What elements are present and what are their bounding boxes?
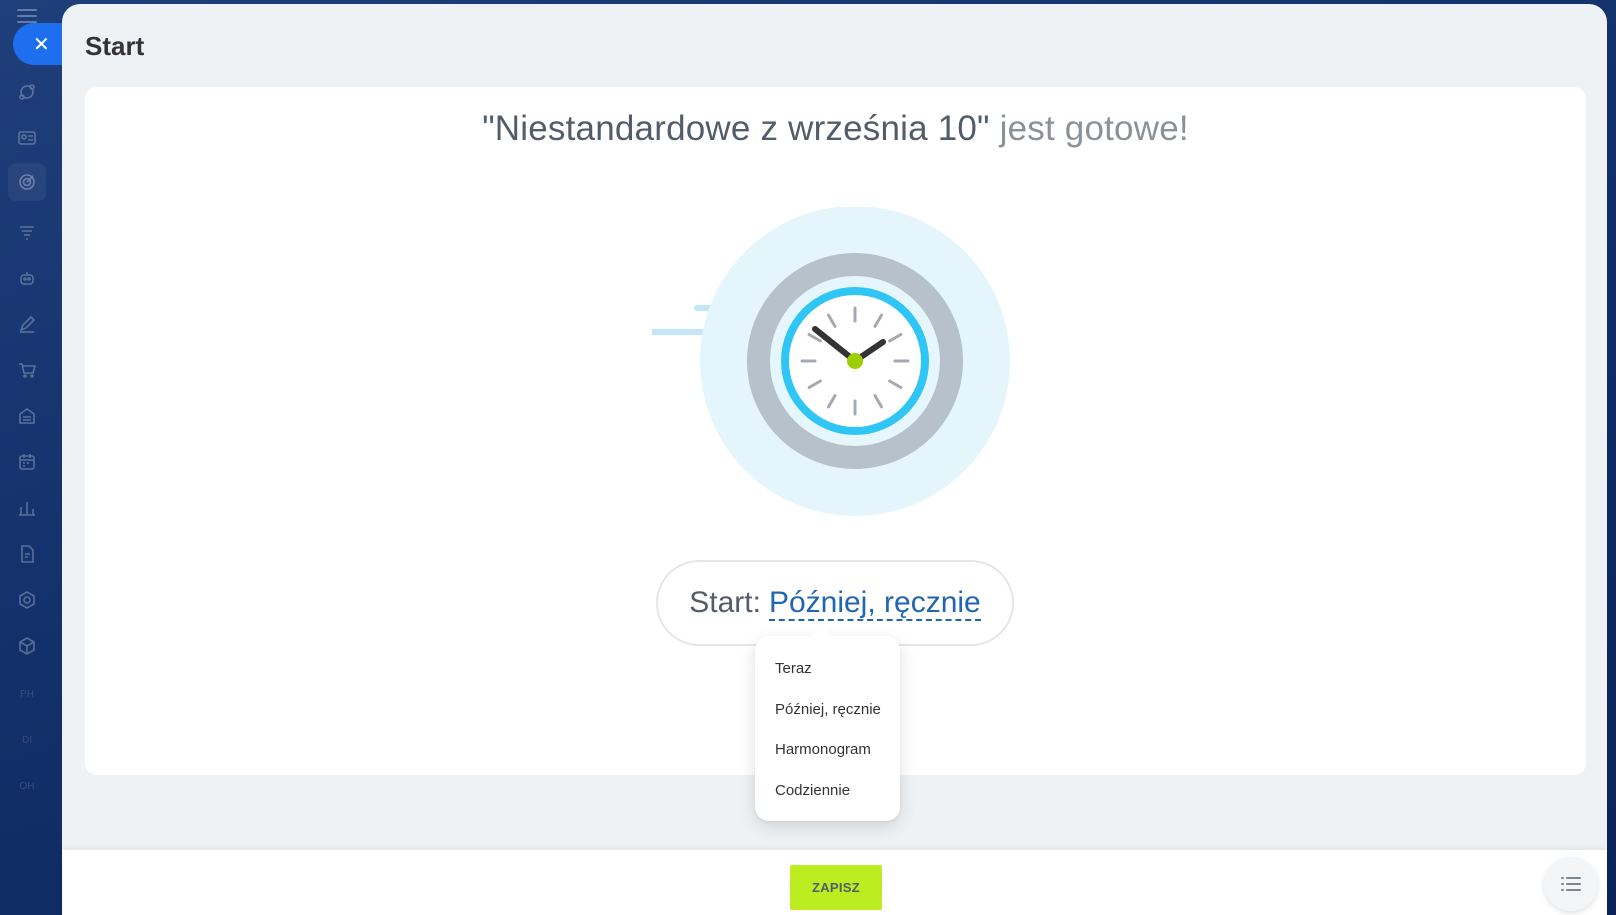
funnel-icon[interactable] <box>8 213 46 251</box>
target-icon[interactable] <box>8 163 46 201</box>
menu-item-pozniej-recznie[interactable]: Później, ręcznie <box>775 701 881 718</box>
nav-item-ph[interactable]: PH <box>8 683 46 705</box>
list-menu-button[interactable] <box>1544 857 1598 911</box>
nav-item-oh[interactable]: OH <box>8 775 46 797</box>
contact-card-icon[interactable] <box>8 119 46 157</box>
clock-illustration <box>649 206 1032 537</box>
footer-bar: ZAPISZ <box>62 850 1607 915</box>
headline-light: jest gotowe! <box>999 109 1189 148</box>
menu-item-teraz[interactable]: Teraz <box>775 660 812 677</box>
sign-icon[interactable] <box>8 305 46 343</box>
start-mode-selector: Start: Później, ręcznie <box>656 560 1014 646</box>
documents-icon[interactable] <box>8 535 46 573</box>
ready-headline: "Niestandardowe z września 10" jest goto… <box>85 109 1586 149</box>
menu-item-harmonogram[interactable]: Harmonogram <box>775 741 871 758</box>
crm-icon[interactable] <box>8 73 46 111</box>
page-title: Start <box>85 31 145 61</box>
shop-cart-icon[interactable] <box>8 351 46 389</box>
menu-item-codziennie[interactable]: Codziennie <box>775 782 850 799</box>
left-sidebar: ✕ PH DI OH <box>0 0 75 915</box>
list-icon <box>1561 877 1581 891</box>
robot-icon[interactable] <box>8 259 46 297</box>
store-icon[interactable] <box>8 397 46 435</box>
package-icon[interactable] <box>8 627 46 665</box>
nav-item-di[interactable]: DI <box>8 729 46 751</box>
headline-strong: "Niestandardowe z września 10" <box>482 109 990 148</box>
start-mode-link[interactable]: Później, ręcznie <box>768 586 981 621</box>
save-button[interactable]: ZAPISZ <box>790 865 882 910</box>
start-mode-dropdown: Teraz Później, ręcznie Harmonogram Codzi… <box>755 636 900 821</box>
settings-icon[interactable] <box>8 581 46 619</box>
start-label: Start: <box>689 586 761 619</box>
menu-icon[interactable] <box>17 9 37 23</box>
calendar-icon[interactable] <box>8 443 46 481</box>
analytics-icon[interactable] <box>8 489 46 527</box>
close-icon: ✕ <box>33 33 50 56</box>
